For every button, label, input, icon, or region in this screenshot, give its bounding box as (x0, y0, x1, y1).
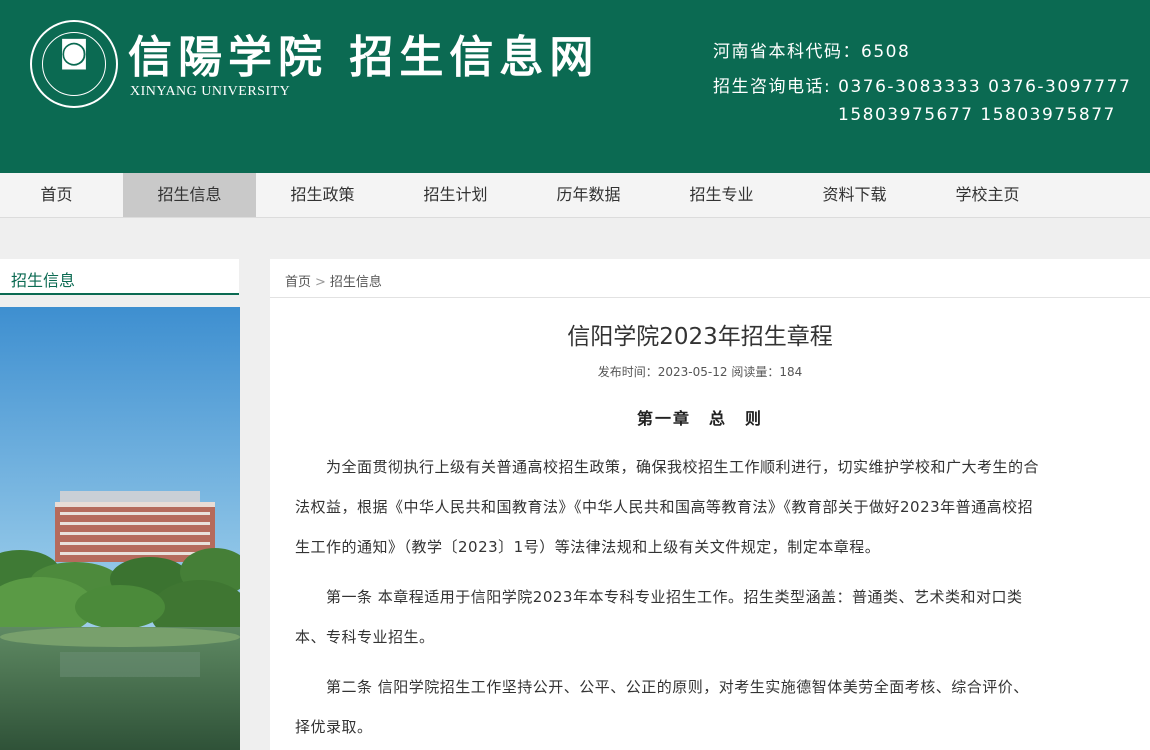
nav-item-majors[interactable]: 招生专业 (655, 173, 788, 217)
nav-item-home[interactable]: 首页 (0, 173, 123, 217)
sidebar-title-label[interactable]: 招生信息 (11, 267, 75, 291)
breadcrumb-current[interactable]: 招生信息 (330, 275, 382, 290)
article-line: 第一条 本章程适用于信阳学院2023年本专科专业招生工作。招生类型涵盖：普通类、… (295, 588, 1023, 606)
breadcrumb-home[interactable]: 首页 (285, 275, 311, 290)
main-nav: 首页 招生信息 招生政策 招生计划 历年数据 招生专业 资料下载 学校主页 (0, 173, 1150, 218)
consult-phone-text: 招生咨询电话: 0376-3083333 0376-3097777 (713, 77, 1132, 97)
article-line: 生工作的通知》（教学〔2023〕1号）等法律法规和上级有关文件规定，制定本章程。 (295, 538, 881, 556)
article-panel: 首页 > 招生信息 信阳学院2023年招生章程 发布时间：2023-05-12 阅读… (270, 259, 1150, 750)
campus-photo (0, 307, 240, 750)
nav-item-downloads[interactable]: 资料下载 (788, 173, 921, 217)
article-meta: 发布时间：2023-05-12 阅读量：184 (597, 365, 803, 379)
nav-item-admission-policy[interactable]: 招生政策 (256, 173, 389, 217)
article-title: 信阳学院2023年招生章程 (567, 324, 833, 350)
consult-mobile-text: 15803975677 15803975877 (838, 105, 1116, 125)
article-line: 法权益，根据《中华人民共和国教育法》《中华人民共和国高等教育法》《教育部关于做好… (295, 498, 1034, 516)
article-line: 择优录取。 (295, 718, 373, 736)
breadcrumb-separator: > (315, 275, 326, 290)
site-header: ◙ 信陽学院 招生信息网 XINYANG UNIVERSITY 河南省本科代码：… (0, 0, 1150, 173)
sidebar-title: 招生信息 (0, 259, 239, 295)
breadcrumb-divider (270, 297, 1150, 298)
site-logo-subtitle: XINYANG UNIVERSITY (130, 84, 291, 99)
article-line: 第二条 信阳学院招生工作坚持公开、公平、公正的原则，对考生实施德智体美劳全面考核… (295, 678, 1029, 696)
nav-item-admission-plan[interactable]: 招生计划 (389, 173, 522, 217)
nav-item-school-home[interactable]: 学校主页 (921, 173, 1054, 217)
chapter-heading: 第一章 总 则 (636, 409, 763, 428)
article-line: 为全面贯彻执行上级有关普通高校招生政策，确保我校招生工作顺利进行，切实维护学校和… (295, 458, 1040, 476)
breadcrumb: 首页 > 招生信息 (285, 271, 382, 290)
article-line: 本、专科专业招生。 (295, 628, 435, 646)
nav-item-history-data[interactable]: 历年数据 (522, 173, 655, 217)
university-seal-logo[interactable]: ◙ (30, 20, 118, 108)
province-code-text: 河南省本科代码：6508 (713, 42, 911, 62)
site-logo-title[interactable]: 信陽学院 招生信息网 (128, 30, 599, 86)
nav-item-admission-info[interactable]: 招生信息 (123, 173, 256, 217)
